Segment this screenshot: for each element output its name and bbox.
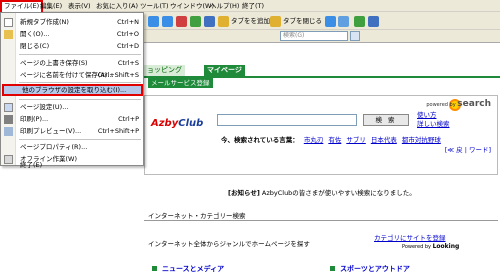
forward-icon[interactable] [162, 16, 173, 27]
page-setup-icon [4, 103, 13, 112]
bullet-icon [330, 266, 335, 271]
register-site-link[interactable]: カテゴリにサイトを登録 [374, 232, 446, 242]
menu-favorites[interactable]: お気に入り(A) [96, 1, 138, 11]
menu-separator [19, 99, 141, 100]
bullet-icon [152, 266, 157, 271]
print-icon [4, 115, 13, 124]
folder-open-icon [4, 30, 13, 39]
star-icon[interactable] [354, 16, 365, 27]
menu-item-new-tab[interactable]: 新規タブ作成(N) Ctrl+N [16, 16, 143, 28]
menu-item-print[interactable]: 印刷(P)... Ctrl+P [16, 113, 143, 125]
notice: [お知らせ] AzbyClubの皆さまが使いやすい検索になりました。 [228, 189, 416, 197]
menu-item-exit[interactable]: 終了(E) [16, 162, 143, 169]
category-powered-by: Powered by Looking [402, 243, 460, 250]
keyword-link[interactable]: 都市対抗野球 [402, 136, 441, 144]
help-links: 使い方 詳しい検索 [417, 111, 450, 129]
menu-separator [19, 139, 141, 140]
keyword-link[interactable]: 市丸刃 [304, 136, 324, 144]
close-tab-icon [270, 16, 281, 27]
search-button[interactable]: 検 索 [363, 114, 409, 126]
globe-icon[interactable] [325, 16, 336, 27]
print-preview-icon [4, 127, 13, 136]
category-section-title: インターネット・カテゴリー検索 [148, 212, 246, 220]
menu-help[interactable]: ヘルプ(H) [210, 1, 239, 11]
offline-icon [4, 155, 13, 164]
zoom-icon[interactable] [338, 16, 349, 27]
menu-item-properties[interactable]: ページプロパティ(R)... [16, 141, 143, 153]
refresh-icon[interactable] [190, 16, 201, 27]
home-icon[interactable] [204, 16, 215, 27]
keyword-nav-link[interactable]: [≪ 戻 | ワード] [445, 144, 491, 154]
menu-separator [19, 82, 141, 83]
mail-icon[interactable] [368, 16, 379, 27]
tab-shopping[interactable]: ョッピング [144, 65, 185, 76]
add-tab-button[interactable]: タブをを追加 [231, 15, 270, 27]
category-description: インターネット全体からジャンルでホームページを探す [148, 240, 310, 248]
menu-separator [19, 54, 141, 55]
menu-item-close[interactable]: 閉じる(C) Ctrl+D [16, 40, 143, 52]
menu-item-save[interactable]: ページの上書き保存(S) Ctrl+S [16, 57, 143, 69]
advanced-search-link[interactable]: 詳しい検索 [417, 120, 450, 129]
close-tab-button[interactable]: タブを閉じる [283, 15, 322, 27]
search-input[interactable]: 検索(G) [280, 31, 348, 41]
menu-tools[interactable]: ツール(T) [140, 1, 169, 11]
category-news-media[interactable]: ニュースとメディア [162, 264, 224, 274]
keyword-search-input[interactable] [217, 114, 357, 126]
menu-item-open[interactable]: 開く(O)... Ctrl+O [16, 28, 143, 40]
search-panel: powered by search AzbyClub 検 索 使い方 詳しい検索… [144, 95, 498, 175]
keyword-link[interactable]: 日本代表 [371, 136, 397, 144]
powered-by-label: powered by search [426, 99, 491, 109]
azbyclub-logo[interactable]: AzbyClub [151, 118, 203, 129]
menu-window[interactable]: ウインドウ(W) [170, 1, 214, 11]
section-divider [144, 220, 498, 221]
keyword-link[interactable]: サブリ [346, 136, 366, 144]
menu-item-page-setup[interactable]: ページ設定(U)... [16, 101, 143, 113]
category-sports-outdoor[interactable]: スポーツとアウトドア [340, 264, 410, 274]
back-icon[interactable] [148, 16, 159, 27]
usage-link[interactable]: 使い方 [417, 111, 450, 120]
new-tab-icon [4, 18, 13, 27]
add-tab-icon [218, 16, 229, 27]
menu-file[interactable]: ファイル(E) [0, 0, 44, 12]
menu-item-import-settings[interactable]: 他のブラウザの設定を取り込む(I)... [2, 84, 143, 96]
search-go-icon[interactable] [350, 31, 360, 41]
menu-edit[interactable]: 編集(E) [40, 1, 62, 11]
tab-mypage[interactable]: マイページ [204, 65, 245, 76]
file-menu-dropdown: 新規タブ作成(N) Ctrl+N 開く(O)... Ctrl+O 閉じる(C) Ctr… [0, 12, 144, 169]
keyword-link[interactable]: 有佐 [328, 136, 341, 144]
menu-bar: ファイル(E) 編集(E) 表示(V) お気に入り(A) ツール(T) ウインド… [0, 0, 500, 12]
subtab-mail-registration[interactable]: メールサービス登録 [148, 78, 213, 88]
menu-view[interactable]: 表示(V) [68, 1, 91, 11]
menu-item-save-as[interactable]: ページに名前を付けて保存(A)... Ctrl+Shift+S [16, 69, 143, 81]
menu-close[interactable]: 終了(T) [242, 1, 264, 11]
menu-item-print-preview[interactable]: 印刷プレビュー(V)... Ctrl+Shift+P [16, 125, 143, 137]
stop-icon[interactable] [176, 16, 187, 27]
trending-label: 今、検索されている言葉： [221, 136, 299, 144]
trending-keywords: 今、検索されている言葉： 市丸刃 有佐 サブリ 日本代表 都市対抗野球 [221, 134, 441, 144]
